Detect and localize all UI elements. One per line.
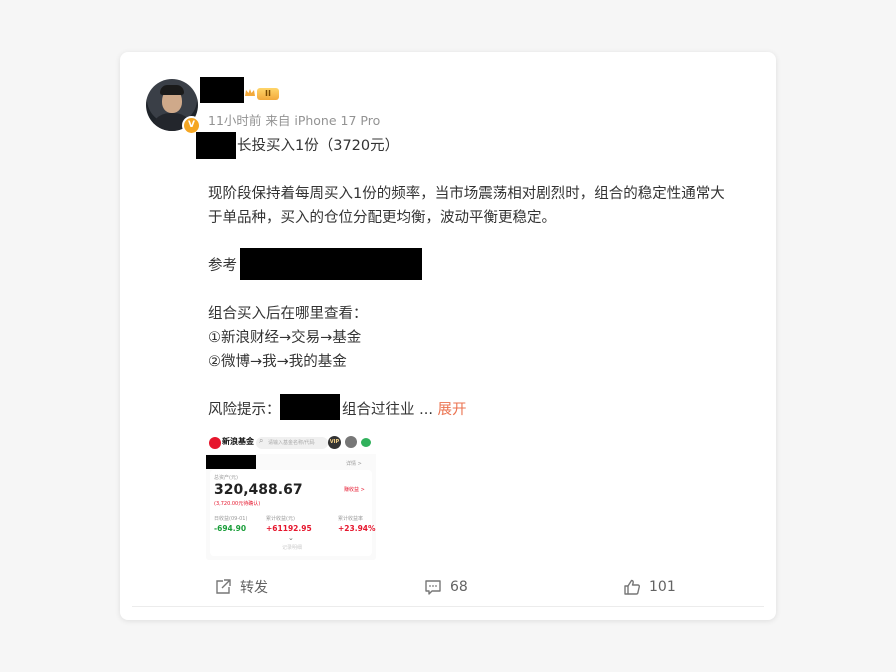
chevron-down-icon: ⌄ [288,534,294,542]
thumbs-up-icon [624,579,640,595]
like-count: 101 [649,579,676,595]
image-footnote: 记录明细 [282,545,303,551]
crown-icon [245,89,255,96]
like-button[interactable]: 101 [623,576,676,598]
post-image[interactable]: 新浪基金 ⌕ 请输入基金名称/代码 VIP 详情 > 总资产(元) 320,48… [206,432,376,560]
risk-tail-text: 组合过往业 ... [342,402,433,418]
image-logo-text: 新浪基金 [222,437,254,446]
comment-icon [425,580,441,595]
redacted-image-title [206,455,256,469]
vip-icon: VIP [328,436,341,449]
post-paragraph-line-1: 现阶段保持着每周买入1份的频率，当市场震荡相对剧烈时，组合的稳定性通常大 [208,186,725,202]
image-earnings-link: 赚收益 > [344,487,365,493]
redacted-reference-link[interactable] [240,248,422,280]
where-item-1: ①新浪财经→交易→基金 [208,330,362,346]
repost-button[interactable]: 转发 [214,576,268,598]
expand-link[interactable]: 展开 [438,402,467,418]
image-total-label: 总资产(元) [214,475,238,481]
footer-divider [132,606,764,607]
image-pending: (3,720.00元待确认) [214,501,261,507]
where-title: 组合买入后在哪里查看： [208,306,368,322]
image-avatar [345,436,357,448]
user-level-badge: II [257,88,279,100]
risk-label: 风险提示： [208,402,281,418]
comment-count: 68 [450,579,468,595]
repost-label: 转发 [240,580,268,596]
image-cum-rate-value: +23.94% [338,524,376,533]
post-line-1: 长投买入1份（3720元） [237,138,400,154]
share-icon [216,579,231,594]
image-cum-rate-label: 累计收益率 [338,516,364,522]
weibo-post-card: V II 11小时前 来自 iPhone 17 Pro 长投买入1份（3720元… [120,52,776,620]
image-search-placeholder: 请输入基金名称/代码 [268,440,315,446]
risk-tail: 组合过往业 ... 展开 [342,398,467,422]
wechat-icon [361,438,371,447]
image-cum-value: +61192.95 [266,524,312,533]
image-total-value: 320,488.67 [214,482,303,498]
image-asset-card: 总资产(元) 320,488.67 (3,720.00元待确认) 赚收益 > 日… [210,470,376,556]
redacted-risk-text [280,394,340,420]
image-daily-value: -694.90 [214,524,247,533]
image-cum-label: 累计收益(元) [266,516,295,522]
search-icon: ⌕ [259,436,264,445]
weibo-logo-icon [209,437,221,449]
image-detail-link: 详情 > [346,461,362,467]
where-item-2: ②微博→我→我的基金 [208,354,347,370]
post-meta: 11小时前 来自 iPhone 17 Pro [208,113,381,128]
comment-button[interactable]: 68 [424,576,468,598]
post-paragraph-line-2: 于单品种，买入的仓位分配更均衡，波动平衡更稳定。 [208,210,556,226]
reference-label: 参考 [208,258,237,274]
redacted-text [196,132,236,159]
redacted-username[interactable] [200,77,244,103]
image-daily-label: 日收益(09-01) [214,516,248,522]
